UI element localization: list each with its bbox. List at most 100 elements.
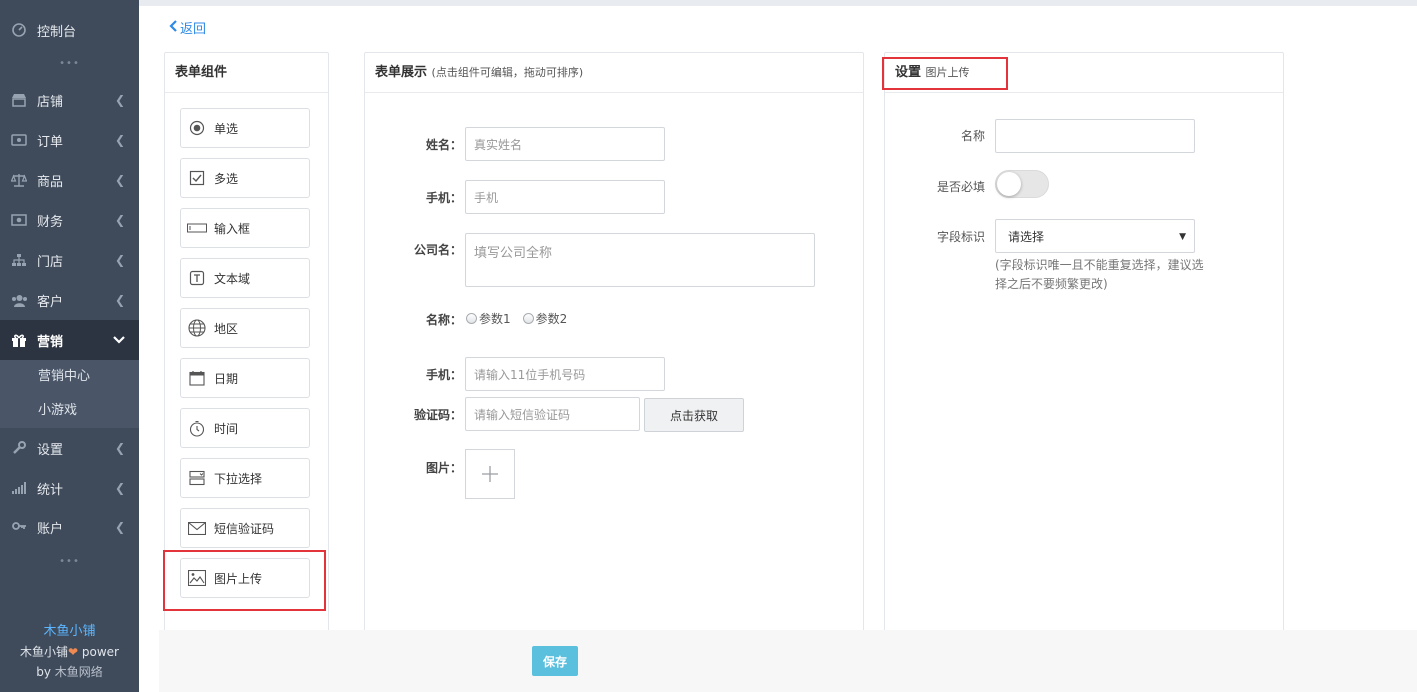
save-button[interactable]: 保存 (532, 646, 578, 676)
component-label: 输入框 (214, 221, 251, 236)
component-label: 图片上传 (214, 571, 263, 586)
component-checkbox[interactable]: 多选 (180, 158, 310, 198)
component-image-upload[interactable]: 图片上传 (180, 558, 310, 598)
sidebar-item-account[interactable]: 账户 ❮ (0, 507, 139, 547)
preview-subtitle: (点击组件可编辑，拖动可排序) (431, 66, 584, 79)
chevron-left-icon: ❮ (114, 441, 125, 455)
key-icon (10, 519, 28, 535)
component-label: 地区 (214, 321, 239, 336)
envelope-icon (187, 518, 207, 538)
chevron-left-icon: ❮ (114, 293, 125, 307)
radio-icon (187, 118, 207, 138)
sidebar-item-statistics[interactable]: 统计 ❮ (0, 468, 139, 508)
component-label: 时间 (214, 421, 239, 436)
chevron-left-icon: ❮ (114, 173, 125, 187)
mobile-input[interactable]: 请输入11位手机号码 (465, 357, 665, 391)
component-dropdown[interactable]: 下拉选择 (180, 458, 310, 498)
sidebar-footer: 木鱼小铺 木鱼小铺❤ power by 木鱼网络 (0, 622, 139, 682)
mobile-label: 手机： (425, 368, 462, 382)
sidebar-item-customers[interactable]: 客户 ❮ (0, 280, 139, 320)
component-input[interactable]: 输入框 (180, 208, 310, 248)
component-textarea[interactable]: 文本域 (180, 258, 310, 298)
field-id-select[interactable]: 请选择 ▼ (995, 219, 1195, 253)
settings-panel-title: 设置 图片上传 (885, 53, 1283, 93)
sidebar-item-label: 营销 (37, 334, 64, 350)
toggle-knob (997, 172, 1021, 196)
get-code-button[interactable]: 点击获取 (644, 398, 744, 432)
sidebar-item-settings[interactable]: 设置 ❮ (0, 428, 139, 468)
scale-icon (10, 172, 28, 188)
setting-name-input[interactable] (995, 119, 1195, 153)
calendar-icon (187, 368, 207, 388)
sidebar-item-stores[interactable]: 门店 ❮ (0, 240, 139, 280)
footer-brand-text: 木鱼小铺 (20, 645, 69, 659)
shop-icon (10, 92, 28, 108)
image-upload-box[interactable] (465, 449, 515, 499)
component-sms-code[interactable]: 短信验证码 (180, 508, 310, 548)
heart-icon: ❤ (68, 645, 79, 659)
param-option-2[interactable]: 参数2 (522, 310, 567, 327)
textarea-icon (187, 268, 207, 288)
radio-icon (466, 313, 477, 324)
sidebar-item-shop[interactable]: 店铺 ❮ (0, 80, 139, 120)
component-radio[interactable]: 单选 (180, 108, 310, 148)
component-label: 文本域 (214, 271, 251, 286)
preview-panel-title: 表单展示 (点击组件可编辑，拖动可排序) (365, 53, 863, 93)
clock-icon (187, 418, 207, 438)
component-label: 下拉选择 (214, 471, 263, 486)
component-region[interactable]: 地区 (180, 308, 310, 348)
dropdown-icon (187, 468, 207, 488)
phone-input[interactable]: 手机 (465, 180, 665, 214)
footer-brand[interactable]: 木鱼小铺 (0, 622, 139, 642)
sidebar-item-finance[interactable]: 财务 ❮ (0, 200, 139, 240)
param-radio-group: 参数1 参数2 (466, 310, 567, 327)
chevron-left-icon: ❮ (114, 520, 125, 534)
footer-by-text: by (36, 665, 55, 679)
sidebar-item-label: 客户 (37, 294, 64, 310)
company-label: 公司名： (413, 243, 462, 257)
chevron-left-icon: ❮ (114, 93, 125, 107)
setting-required-label: 是否必填 (936, 180, 985, 194)
top-strip (139, 0, 1417, 6)
component-date[interactable]: 日期 (180, 358, 310, 398)
param-option-1[interactable]: 参数1 (466, 310, 511, 327)
component-time[interactable]: 时间 (180, 408, 310, 448)
back-label: 返回 (180, 22, 207, 37)
code-input[interactable]: 请输入短信验证码 (465, 397, 640, 431)
sidebar-item-label: 商品 (37, 174, 64, 190)
footer-company: 木鱼网络 (54, 665, 103, 679)
component-label: 日期 (214, 371, 239, 386)
globe-icon (187, 318, 207, 338)
chevron-down-icon (113, 333, 125, 348)
sidebar-subitem-marketing-center[interactable]: 营销中心 (0, 360, 139, 394)
footer-by-line: by 木鱼网络 (0, 662, 139, 682)
footer-power-line: 木鱼小铺❤ power (0, 642, 139, 662)
phone-label: 手机： (425, 191, 462, 205)
settings-title: 设置 (895, 65, 922, 80)
sidebar-item-orders[interactable]: 订单 ❮ (0, 120, 139, 160)
field-id-selected-value: 请选择 (1008, 229, 1045, 244)
param-label: 名称： (425, 313, 462, 327)
components-panel: 表单组件 单选 多选 输入框 文本域 地区 日期 时间 下拉选择 短信验证码 图… (164, 52, 329, 652)
required-toggle[interactable] (995, 170, 1049, 198)
signal-icon (10, 480, 28, 496)
sidebar-item-label: 设置 (37, 442, 64, 458)
back-link[interactable]: 返回 (169, 18, 206, 37)
sidebar-item-marketing[interactable]: 营销 (0, 320, 139, 360)
chevron-left-icon: ❮ (114, 481, 125, 495)
sidebar-item-dashboard[interactable]: 控制台 (0, 10, 139, 50)
company-textarea[interactable]: 填写公司全称 (465, 233, 815, 287)
name-label: 姓名： (425, 138, 462, 152)
order-icon (10, 132, 28, 148)
name-input[interactable]: 真实姓名 (465, 127, 665, 161)
sidebar-subitem-mini-games[interactable]: 小游戏 (0, 394, 139, 428)
checkbox-icon (187, 168, 207, 188)
plus-icon (482, 466, 498, 482)
param-option-label: 参数1 (479, 312, 511, 326)
components-panel-title: 表单组件 (165, 53, 328, 93)
chevron-left-icon: ❮ (114, 213, 125, 227)
wrench-icon (10, 440, 28, 456)
sitemap-icon (10, 252, 28, 268)
sidebar-item-products[interactable]: 商品 ❮ (0, 160, 139, 200)
sidebar-item-label: 账户 (37, 521, 64, 537)
